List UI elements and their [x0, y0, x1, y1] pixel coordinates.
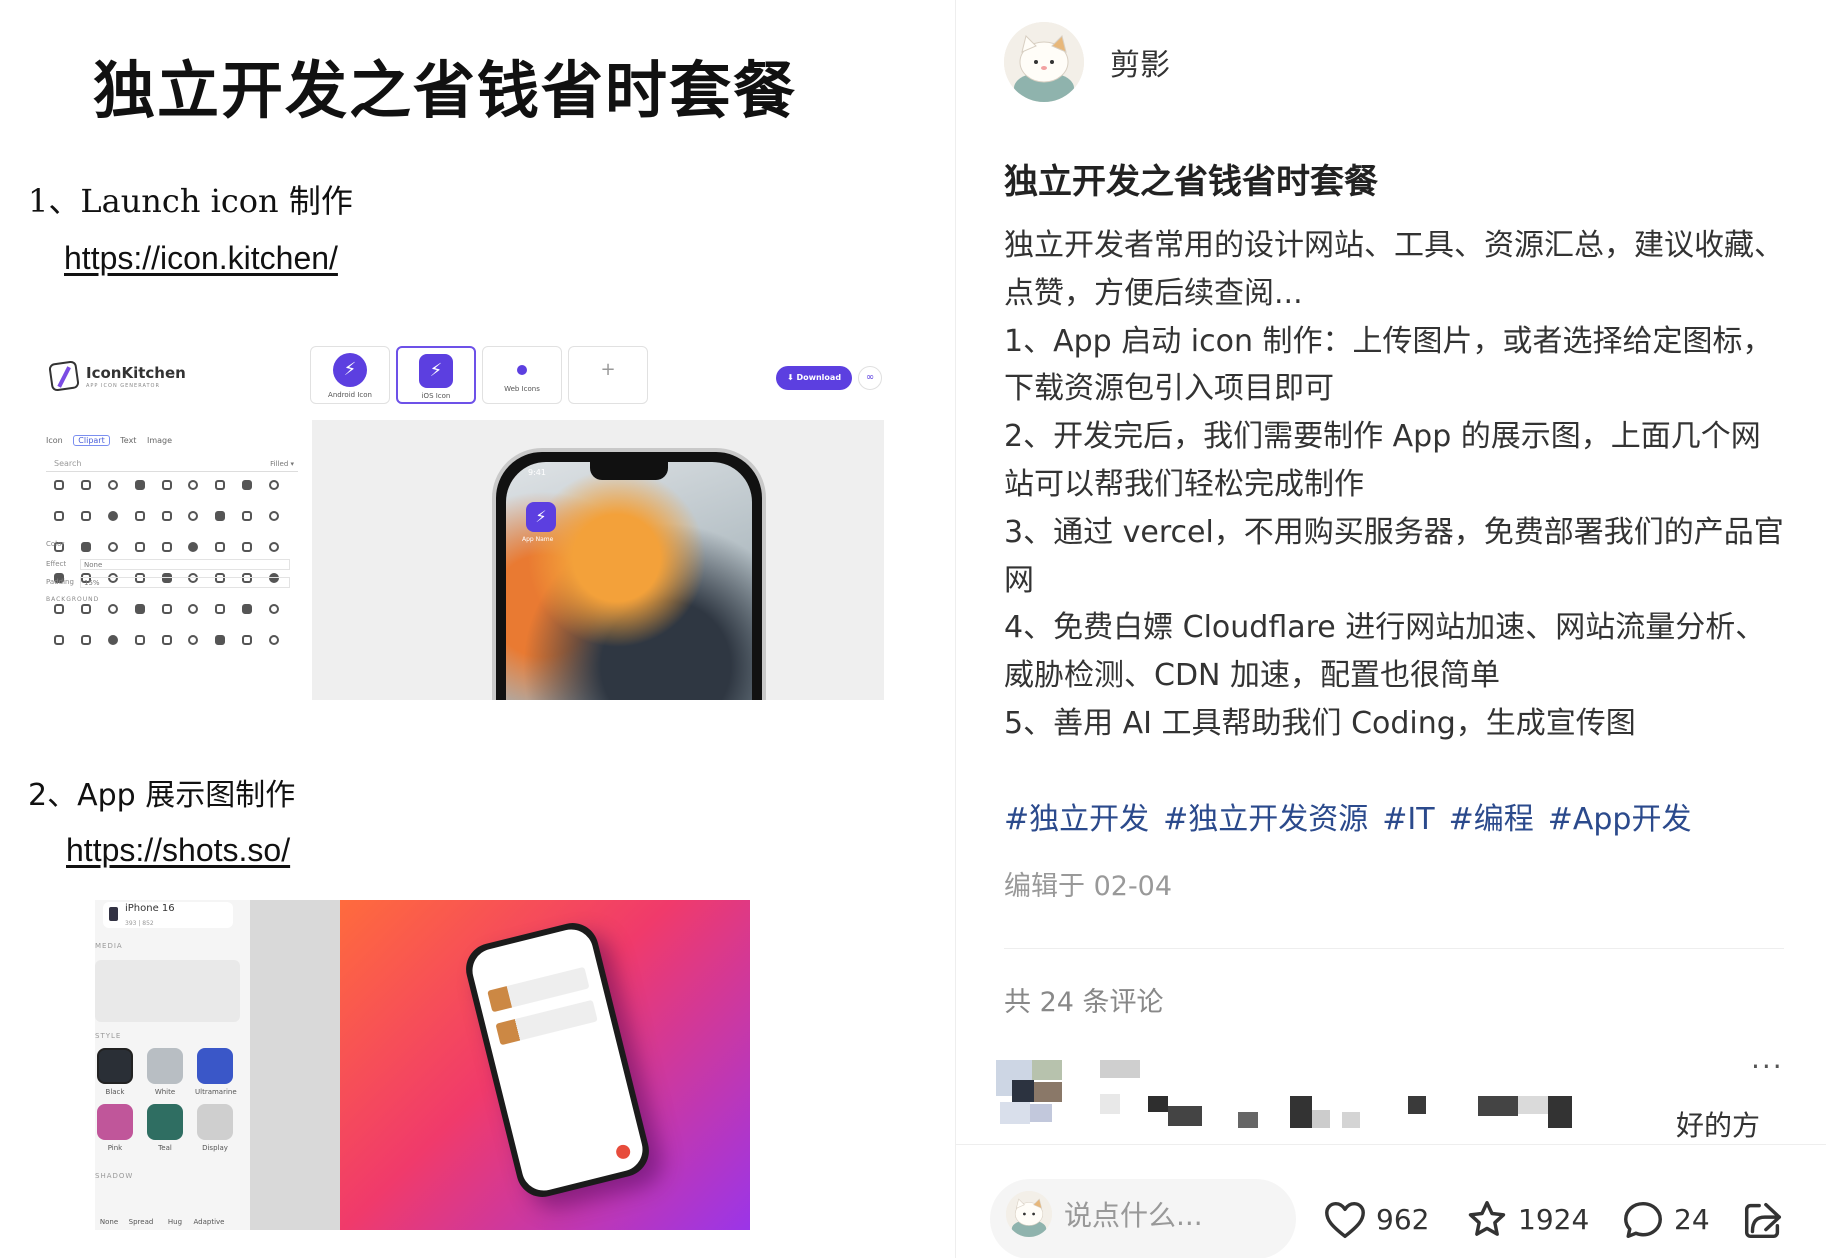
share-icon — [1744, 1202, 1782, 1239]
author-avatar[interactable] — [1004, 22, 1084, 102]
comment-button[interactable]: 24 — [1620, 1197, 1720, 1243]
link-icon: ∞ — [858, 366, 882, 390]
swatch-ultramarine — [197, 1048, 233, 1084]
tag-link[interactable]: #独立开发资源 — [1163, 802, 1368, 837]
iconkitchen-logo-icon — [48, 360, 80, 392]
bolt-icon: ⚡ — [419, 354, 453, 388]
iconkitchen-effect-row: Effect None — [46, 559, 290, 570]
tag-link[interactable]: #独立开发 — [1004, 802, 1149, 837]
bolt-icon: ⚡ — [526, 502, 556, 532]
iconkitchen-tab-image: Image — [147, 436, 173, 445]
tag-link[interactable]: #IT — [1382, 802, 1434, 837]
iconkitchen-sidebar: IconKitchen APP ICON GENERATOR Icon Clip… — [44, 340, 306, 700]
iconkitchen-app-name: IconKitchen — [86, 364, 186, 382]
swatch-display — [197, 1104, 233, 1140]
iconkitchen-tabs: Icon Clipart Text Image — [46, 435, 180, 446]
post-paragraph: 3、通过 vercel，不用购买服务器，免费部署我们的产品官网 — [1004, 514, 1784, 598]
shots-style-label: STYLE — [95, 1032, 122, 1040]
plus-icon: + — [600, 359, 616, 380]
iconkitchen-icon-grid — [54, 480, 294, 660]
iconkitchen-app-subtitle: APP ICON GENERATOR — [86, 383, 160, 389]
comment-box[interactable] — [990, 1179, 1296, 1258]
divider — [1004, 948, 1784, 949]
iconkitchen-color-row: Color — [46, 540, 65, 548]
iphone-mockup: 9:41 ⚡ App Name — [492, 448, 766, 700]
post-paragraph: 4、免费白嫖 Cloudflare 进行网站加速、网站流量分析、威胁检测、CDN… — [1004, 610, 1766, 694]
user-avatar — [1006, 1191, 1052, 1237]
iconkitchen-tab-text: Text — [120, 436, 137, 445]
bottom-action-bar: 962 1924 24 — [956, 1144, 1826, 1258]
author-name[interactable]: 剪影 — [1110, 40, 1170, 84]
shots-shadow-label: SHADOW — [95, 1172, 134, 1180]
shots-media-label: MEDIA — [95, 942, 123, 950]
post-paragraph: 独立开发者常用的设计网站、工具、资源汇总，建议收藏、点赞，方便后续查阅... — [1004, 228, 1784, 311]
comment-button-count: 24 — [1674, 1203, 1710, 1236]
phone-app-name: App Name — [522, 536, 554, 543]
swatch-black — [97, 1048, 133, 1084]
comment-text-fragment: 好的方 — [1676, 1109, 1761, 1142]
favorite-button[interactable]: 1924 — [1464, 1197, 1594, 1243]
cat-avatar-icon — [1004, 22, 1084, 102]
iconkitchen-card-web: Web Icons — [482, 346, 562, 404]
comment-input[interactable] — [1064, 1197, 1284, 1233]
more-icon[interactable]: ··· — [1751, 1050, 1784, 1083]
share-button[interactable] — [1740, 1197, 1786, 1243]
note-image[interactable]: 独立开发之省钱省时套餐 1、Launch icon 制作 https://ico… — [0, 0, 955, 1258]
iphone-mockup — [460, 917, 655, 1203]
dot-icon — [517, 365, 527, 375]
iconkitchen-download-button: ⬇ Download — [776, 366, 852, 390]
post-paragraph: 1、App 启动 icon 制作：上传图片，或者选择给定图标，下载资源包引入项目… — [1004, 323, 1773, 407]
iconkitchen-background-label: BACKGROUND — [46, 596, 100, 603]
swatch-pink — [97, 1104, 133, 1140]
shots-canvas — [340, 900, 750, 1230]
like-button[interactable]: 962 — [1322, 1197, 1432, 1243]
shots-device-selector: iPhone 16 393 | 852 — [103, 902, 233, 928]
iconkitchen-card-android: ⚡ Android Icon — [310, 346, 390, 404]
post-paragraph: 5、善用 AI 工具帮助我们 Coding，生成宣传图 — [1004, 705, 1636, 741]
section-link-1: https://icon.kitchen/ — [64, 240, 338, 276]
iconkitchen-card-ios: ⚡ iOS Icon — [396, 346, 476, 404]
post-body: 独立开发者常用的设计网站、工具、资源汇总，建议收藏、点赞，方便后续查阅... 1… — [1004, 222, 1784, 748]
post-tags: #独立开发 #独立开发资源 #IT #编程 #App开发 — [1004, 794, 1705, 838]
iconkitchen-preview: 9:41 ⚡ App Name — [312, 420, 884, 700]
tag-link[interactable]: #App开发 — [1548, 802, 1692, 837]
star-icon — [1468, 1201, 1506, 1236]
tag-link[interactable]: #编程 — [1449, 802, 1534, 837]
iconkitchen-screenshot: IconKitchen APP ICON GENERATOR Icon Clip… — [44, 340, 884, 700]
comment-count: 共 24 条评论 — [1004, 987, 1164, 1018]
like-count: 962 — [1376, 1203, 1430, 1236]
swatch-white — [147, 1048, 183, 1084]
section-heading-2: 2、App 展示图制作 — [28, 778, 296, 813]
iconkitchen-tab-clipart: Clipart — [73, 435, 110, 446]
shots-screenshot: iPhone 16 393 | 852 MEDIA STYLE Black Whi… — [95, 900, 750, 1230]
fab-icon — [614, 1143, 632, 1161]
post-paragraph: 2、开发完后，我们需要制作 App 的展示图，上面几个网站可以帮我们轻松完成制作 — [1004, 419, 1761, 502]
swatch-teal — [147, 1104, 183, 1140]
bolt-icon: ⚡ — [333, 353, 367, 387]
note-image-title: 独立开发之省钱省时套餐 — [92, 54, 797, 127]
shots-sidebar: iPhone 16 393 | 852 MEDIA STYLE Black Whi… — [95, 900, 250, 1230]
post-title: 独立开发之省钱省时套餐 — [1004, 162, 1378, 202]
post-panel: 剪影 独立开发之省钱省时套餐 独立开发者常用的设计网站、工具、资源汇总，建议收藏… — [956, 0, 1826, 1258]
iconkitchen-card-add: + — [568, 346, 648, 404]
iconkitchen-tab-icon: Icon — [46, 436, 63, 445]
edit-time: 编辑于 02-04 — [1004, 871, 1173, 902]
favorite-count: 1924 — [1518, 1203, 1590, 1236]
cat-avatar-icon — [1006, 1191, 1052, 1237]
blurred-comment[interactable] — [996, 1060, 1776, 1140]
section-link-2: https://shots.so/ — [66, 832, 291, 868]
shots-media-thumb — [95, 960, 240, 1022]
heart-icon — [1325, 1201, 1365, 1239]
iconkitchen-padding-row: Padding 15% — [46, 577, 290, 588]
chat-bubble-icon — [1624, 1201, 1662, 1239]
phone-time: 9:41 — [528, 468, 546, 477]
iconkitchen-search: Search — [46, 456, 298, 472]
section-heading-1: 1、Launch icon 制作 — [28, 182, 353, 220]
